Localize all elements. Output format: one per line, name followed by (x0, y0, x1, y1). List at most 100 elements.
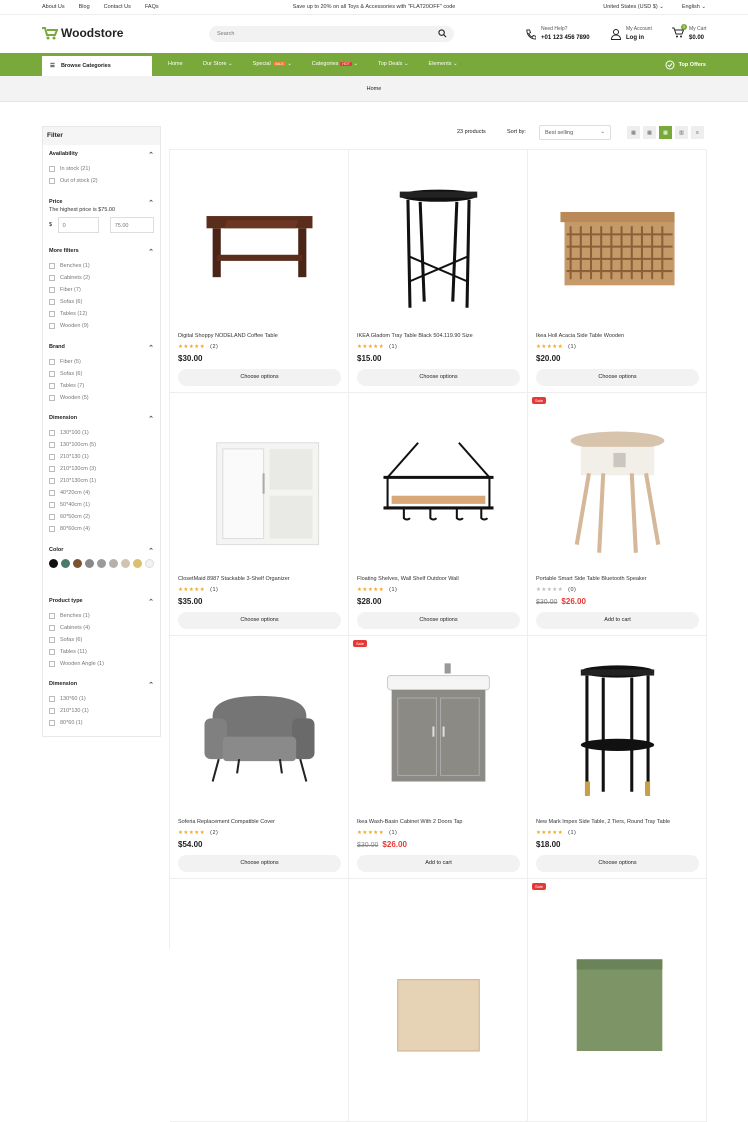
checkbox[interactable] (49, 430, 55, 436)
color-swatch[interactable] (61, 559, 70, 568)
choose-options-button[interactable]: Choose options (357, 612, 520, 629)
grid-4-icon[interactable]: ▦ (659, 126, 672, 139)
checkbox[interactable] (49, 442, 55, 448)
product-title[interactable]: Ikea Wash-Basin Cabinet With 2 Doors Tap (357, 819, 462, 825)
breadcrumb-home[interactable]: Home (367, 86, 382, 92)
product-image[interactable] (357, 158, 520, 323)
product-title[interactable]: ClosetMaid 8987 Stackable 3-Shelf Organi… (178, 576, 290, 582)
checkbox[interactable] (49, 359, 55, 365)
checkbox[interactable] (49, 708, 55, 714)
product-image[interactable] (536, 401, 699, 566)
checkbox[interactable] (49, 502, 55, 508)
nav-home[interactable]: Home (168, 61, 183, 67)
checkbox[interactable] (49, 371, 55, 377)
dimension-title[interactable]: Dimension (49, 415, 154, 423)
filter-option[interactable]: 210*130 (1) (49, 451, 154, 463)
color-swatch[interactable] (97, 559, 106, 568)
checkbox[interactable] (49, 311, 55, 317)
availability-title[interactable]: Availability (49, 151, 154, 159)
product-card[interactable] (170, 879, 349, 1122)
color-swatch[interactable] (121, 559, 130, 568)
product-title[interactable]: Ikea Holl Acacia Side Table Wooden (536, 333, 624, 339)
filter-option[interactable]: Tables (12) (49, 308, 154, 320)
color-swatch[interactable] (133, 559, 142, 568)
nav-special[interactable]: Special SALE ⌄ (253, 61, 292, 67)
color-swatch[interactable] (49, 559, 58, 568)
product-card[interactable]: Digital Shoppy NODELAND Coffee Table ★★★★… (170, 150, 349, 393)
checkbox[interactable] (49, 649, 55, 655)
checkbox[interactable] (49, 637, 55, 643)
language-selector[interactable]: English ⌄ (682, 4, 706, 10)
checkbox[interactable] (49, 454, 55, 460)
product-image[interactable] (357, 644, 520, 809)
filter-option[interactable]: 210*130cm (3) (49, 463, 154, 475)
product-card[interactable] (349, 879, 528, 1122)
nav-categories[interactable]: Categories HOT ⌄ (312, 61, 358, 67)
product-card[interactable]: Sale Ikea Wash-Basin Cabinet With 2 Doors… (349, 636, 528, 879)
filter-option[interactable]: 40*20cm (4) (49, 487, 154, 499)
filter-option[interactable]: 130*60 (1) (49, 693, 154, 705)
product-title[interactable]: Floating Shelves, Wall Shelf Outdoor Wal… (357, 576, 459, 582)
product-card[interactable]: Floating Shelves, Wall Shelf Outdoor Wal… (349, 393, 528, 636)
search-input[interactable]: Search (209, 26, 454, 42)
brand-title[interactable]: Brand (49, 344, 154, 352)
choose-options-button[interactable]: Choose options (357, 369, 520, 386)
checkbox[interactable] (49, 720, 55, 726)
product-title[interactable]: Soferia Replacement Compatible Cover (178, 819, 275, 825)
dimension-2-title[interactable]: Dimension (49, 681, 154, 689)
product-title[interactable]: New Mark Impex Side Table, 2 Tiers, Roun… (536, 819, 670, 825)
choose-options-button[interactable]: Choose options (178, 369, 341, 386)
product-title[interactable]: IKEA Gladom Tray Table Black 504.119.90 … (357, 333, 473, 339)
account-block[interactable]: My Account Log in (611, 26, 652, 43)
product-image[interactable] (536, 644, 699, 809)
checkbox[interactable] (49, 514, 55, 520)
choose-options-button[interactable]: Choose options (178, 855, 341, 872)
filter-option[interactable]: Sofas (6) (49, 634, 154, 646)
filter-option[interactable]: Wooden (5) (49, 392, 154, 404)
product-card[interactable]: ClosetMaid 8987 Stackable 3-Shelf Organi… (170, 393, 349, 636)
product-card[interactable]: Ikea Holl Acacia Side Table Wooden ★★★★★(… (528, 150, 707, 393)
grid-3-icon[interactable]: ▦ (643, 126, 656, 139)
product-title[interactable]: Digital Shoppy NODELAND Coffee Table (178, 333, 278, 339)
filter-option[interactable]: Tables (7) (49, 380, 154, 392)
list-view-icon[interactable]: ≡ (691, 126, 704, 139)
checkbox[interactable] (49, 625, 55, 631)
product-image[interactable] (357, 887, 520, 1052)
filter-option[interactable]: Benches (1) (49, 260, 154, 272)
product-card[interactable]: Sale (528, 879, 707, 1122)
filter-option[interactable]: Tables (11) (49, 646, 154, 658)
nav-elements[interactable]: Elements ⌄ (429, 61, 458, 67)
filter-option[interactable]: 210*130cm (1) (49, 475, 154, 487)
checkbox[interactable] (49, 466, 55, 472)
filter-option[interactable]: 80*60 (1) (49, 717, 154, 729)
checkbox[interactable] (49, 696, 55, 702)
choose-options-button[interactable]: Choose options (536, 855, 699, 872)
add-to-cart-button[interactable]: Add to cart (357, 855, 520, 872)
checkbox[interactable] (49, 299, 55, 305)
product-card[interactable]: IKEA Gladom Tray Table Black 504.119.90 … (349, 150, 528, 393)
checkbox[interactable] (49, 383, 55, 389)
product-image[interactable] (536, 887, 699, 1052)
grid-2-icon[interactable]: ▦ (627, 126, 640, 139)
filter-option[interactable]: 210*130 (1) (49, 705, 154, 717)
product-image[interactable] (178, 887, 341, 1052)
price-title[interactable]: Price (49, 199, 154, 207)
browse-categories-button[interactable]: ☰ Browse Categories (42, 56, 152, 76)
filter-option[interactable]: Wooden Angle (1) (49, 658, 154, 670)
product-card[interactable]: Soferia Replacement Compatible Cover ★★★★… (170, 636, 349, 879)
color-swatch[interactable] (145, 559, 154, 568)
filter-option[interactable]: Benches (1) (49, 610, 154, 622)
currency-selector[interactable]: United States (USD $) ⌄ (603, 4, 664, 10)
filter-option[interactable]: Fiber (5) (49, 356, 154, 368)
nav-top-deals[interactable]: Top Deals ⌄ (378, 61, 409, 67)
filter-option[interactable]: Sofas (6) (49, 296, 154, 308)
product-type-title[interactable]: Product type (49, 598, 154, 606)
product-image[interactable] (178, 644, 341, 809)
color-swatch[interactable] (73, 559, 82, 568)
filter-option[interactable]: Cabinets (2) (49, 272, 154, 284)
product-card[interactable]: Sale Portable Smart Side Table Bluetooth … (528, 393, 707, 636)
product-image[interactable] (178, 158, 341, 323)
sort-select[interactable]: Best selling ⌄ (539, 125, 611, 140)
checkbox[interactable] (49, 478, 55, 484)
checkbox[interactable] (49, 613, 55, 619)
